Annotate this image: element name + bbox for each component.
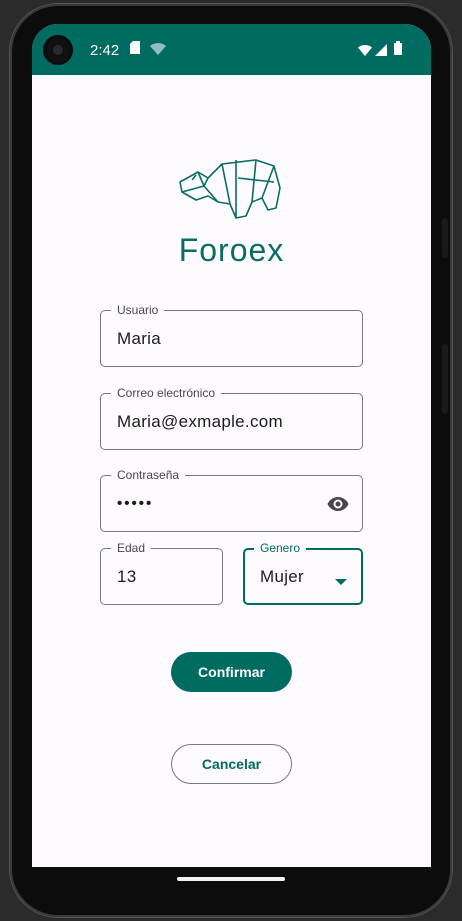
sd-card-icon (130, 41, 140, 59)
genero-label: Genero (254, 541, 307, 555)
edad-field[interactable]: Edad 13 (100, 541, 223, 605)
wifi-signal-icon (358, 43, 372, 61)
wifi-question-icon (150, 42, 166, 60)
volume-button (442, 344, 448, 414)
genero-dropdown[interactable]: Genero Mujer (243, 541, 363, 605)
usuario-value: Maria (117, 329, 162, 348)
gesture-nav-handle[interactable] (177, 877, 285, 881)
rhino-logo-icon (179, 159, 281, 219)
app-title: Foroex (178, 232, 285, 268)
cancelar-button[interactable]: Cancelar (171, 744, 292, 784)
battery-icon (394, 41, 402, 60)
dropdown-arrow-icon[interactable] (335, 572, 347, 590)
status-time: 2:42 (90, 42, 120, 59)
front-camera (46, 38, 70, 62)
edad-label: Edad (111, 541, 152, 555)
eye-icon[interactable] (326, 492, 350, 521)
confirmar-button[interactable]: Confirmar (171, 652, 292, 692)
password-field[interactable]: Contraseña ••••• (100, 468, 363, 532)
genero-value: Mujer (260, 567, 305, 586)
cellular-signal-icon (375, 43, 387, 61)
edad-value: 13 (117, 567, 137, 586)
power-button (442, 218, 448, 258)
password-label: Contraseña (111, 468, 186, 482)
status-bar: 2:42 (32, 24, 431, 75)
usuario-field[interactable]: Usuario Maria (100, 303, 363, 367)
app-screen: 2:42 Foroex Usuario Maria Correo electró… (32, 24, 431, 867)
password-value: ••••• (117, 495, 154, 512)
email-label: Correo electrónico (111, 386, 222, 400)
email-value: Maria@exmaple.com (117, 412, 283, 431)
email-field[interactable]: Correo electrónico Maria@exmaple.com (100, 386, 363, 450)
usuario-label: Usuario (111, 303, 165, 317)
